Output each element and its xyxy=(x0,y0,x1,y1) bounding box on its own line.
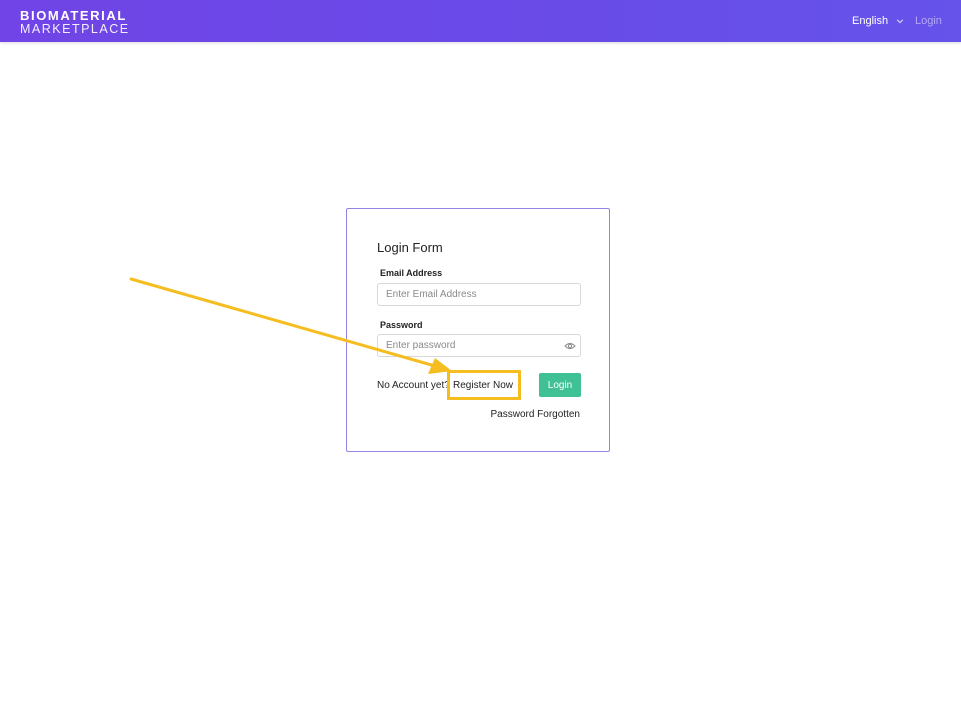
password-forgotten-link[interactable]: Password Forgotten xyxy=(491,409,581,420)
login-button[interactable]: Login xyxy=(539,373,581,397)
logo-line-1: BIOMATERIAL xyxy=(20,8,127,23)
login-form-card: Login Form Email Address Password No Acc… xyxy=(346,208,610,452)
language-label: English xyxy=(852,15,889,27)
eye-icon[interactable] xyxy=(564,341,576,351)
brand-logo[interactable]: BIOMATERIAL MARKETPLACE xyxy=(20,9,130,36)
language-selector[interactable]: English xyxy=(852,15,904,27)
password-label: Password xyxy=(380,320,423,330)
email-label: Email Address xyxy=(380,268,443,278)
form-title: Login Form xyxy=(377,240,443,255)
logo-line-2: MARKETPLACE xyxy=(20,22,130,36)
register-now-link[interactable]: Register Now xyxy=(453,380,513,391)
nav-login-link[interactable]: Login xyxy=(915,15,942,27)
email-field[interactable] xyxy=(377,283,581,306)
password-field[interactable] xyxy=(377,334,581,357)
no-account-text: No Account yet? xyxy=(377,380,450,391)
top-navbar: BIOMATERIAL MARKETPLACE English Login xyxy=(0,0,961,42)
chevron-down-icon xyxy=(896,19,904,24)
